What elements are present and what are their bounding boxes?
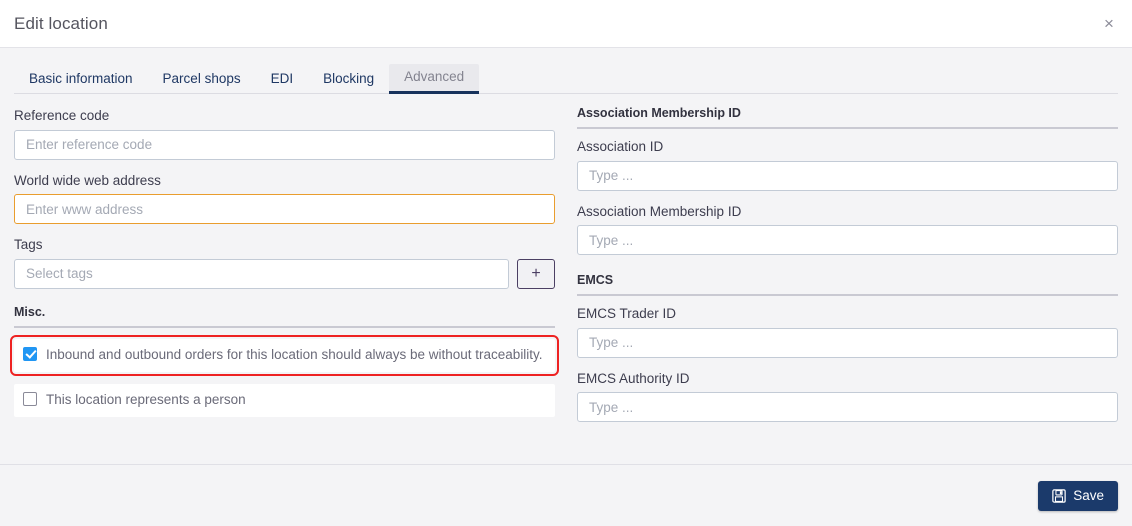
page-title: Edit location: [14, 13, 108, 33]
misc-section-heading: Misc.: [14, 305, 555, 328]
association-membership-id-label: Association Membership ID: [577, 203, 742, 219]
traceability-checkbox-label: Inbound and outbound orders for this loc…: [46, 346, 543, 362]
close-icon[interactable]: ×: [1096, 11, 1122, 37]
emcs-trader-id-field: EMCS Trader ID: [577, 305, 1118, 358]
emcs-authority-id-input[interactable]: [577, 392, 1118, 423]
checkbox-checked-icon[interactable]: [23, 346, 37, 361]
modal-footer: Save: [0, 464, 1132, 526]
represents-person-checkbox-label: This location represents a person: [46, 391, 246, 407]
add-tag-button[interactable]: +: [517, 258, 555, 289]
represents-person-checkbox-wrap: [23, 391, 37, 406]
association-id-field: Association ID: [577, 138, 1118, 191]
represents-person-checkbox-row[interactable]: This location represents a person: [14, 383, 555, 418]
emcs-authority-id-field: EMCS Authority ID: [577, 370, 1118, 423]
traceability-annotation: Inbound and outbound orders for this loc…: [10, 334, 559, 376]
left-column: Reference code World wide web address Ta…: [10, 106, 559, 464]
tabs-bar: Basic information Parcel shops EDI Block…: [0, 48, 1132, 94]
checkbox-unchecked-icon[interactable]: [23, 391, 37, 406]
tab-advanced[interactable]: Advanced: [389, 63, 480, 94]
tags-label: Tags: [14, 237, 43, 253]
web-address-label: World wide web address: [14, 172, 161, 188]
web-address-input[interactable]: [14, 194, 555, 225]
tab-parcel-shops[interactable]: Parcel shops: [148, 66, 256, 94]
floppy-disk-icon: [1052, 488, 1066, 503]
modal-header: Edit location ×: [0, 0, 1132, 48]
save-button[interactable]: Save: [1038, 480, 1118, 511]
reference-code-field: Reference code: [14, 107, 555, 160]
web-address-field: World wide web address: [14, 172, 555, 225]
right-column: Association Membership ID Association ID…: [577, 106, 1118, 464]
association-id-input[interactable]: [577, 160, 1118, 191]
association-membership-id-input[interactable]: [577, 225, 1118, 256]
emcs-section-heading: EMCS: [577, 273, 1118, 297]
emcs-trader-id-input[interactable]: [577, 327, 1118, 358]
tags-input[interactable]: [14, 258, 509, 289]
reference-code-label: Reference code: [14, 108, 110, 123]
edit-location-modal: Edit location × Basic information Parcel…: [0, 0, 1132, 526]
association-section-heading: Association Membership ID: [577, 106, 1118, 129]
traceability-checkbox-row[interactable]: Inbound and outbound orders for this loc…: [10, 334, 559, 376]
tab-edi[interactable]: EDI: [256, 66, 309, 94]
tags-row: +: [14, 258, 555, 289]
save-button-label: Save: [1073, 488, 1104, 503]
emcs-trader-id-label: EMCS Trader ID: [577, 306, 677, 322]
association-id-label: Association ID: [577, 139, 664, 154]
tab-basic-information[interactable]: Basic information: [14, 66, 148, 94]
tab-list: Basic information Parcel shops EDI Block…: [14, 62, 1118, 94]
tags-field: Tags +: [14, 236, 555, 289]
emcs-authority-id-label: EMCS Authority ID: [577, 370, 690, 386]
modal-body: Reference code World wide web address Ta…: [0, 94, 1132, 464]
traceability-checkbox-wrap: [23, 346, 37, 361]
association-membership-id-field: Association Membership ID: [577, 203, 1118, 256]
reference-code-input[interactable]: [14, 129, 555, 160]
tab-blocking[interactable]: Blocking: [308, 66, 389, 94]
